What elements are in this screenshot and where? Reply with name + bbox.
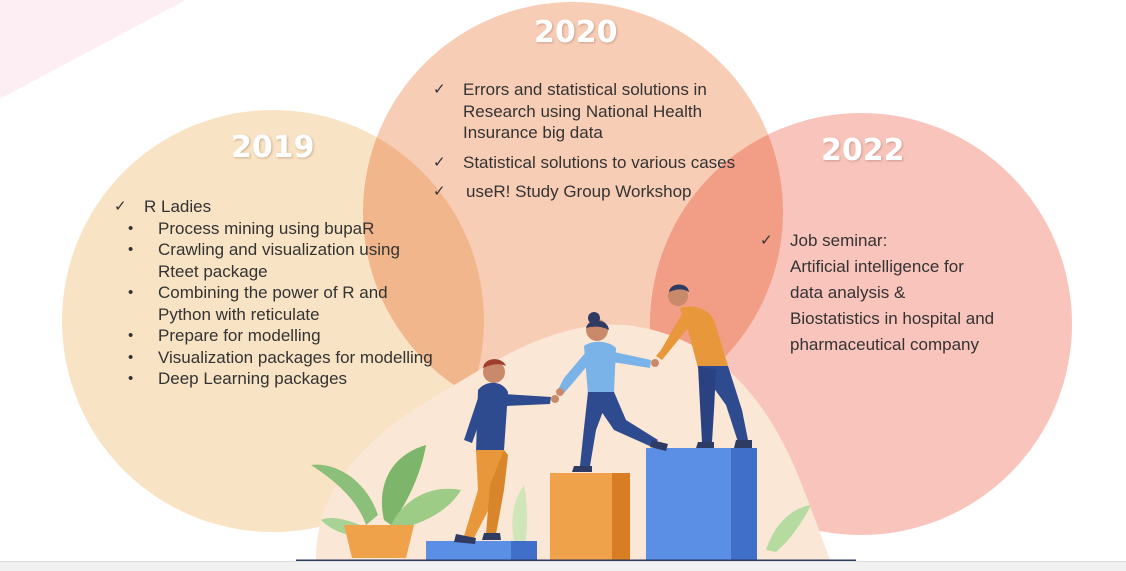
- list-item: useR! Study Group Workshop: [466, 182, 692, 201]
- check-icon: ✓: [433, 153, 446, 171]
- year-2020-heading: 2020: [534, 15, 618, 50]
- check-icon: ✓: [433, 183, 446, 200]
- check-icon: ✓: [114, 198, 127, 215]
- sub-item: Process mining using bupaR: [158, 218, 375, 238]
- step-block-medium: [550, 473, 630, 561]
- year-2019-heading: 2019: [231, 130, 315, 165]
- job-seminar-line: Artificial intelligence for: [790, 257, 964, 276]
- sub-item: Crawling and visualization using Rteet p…: [158, 240, 400, 281]
- list-item: Errors and statistical solutions in Rese…: [463, 80, 707, 142]
- bullet-icon: •: [128, 241, 134, 258]
- bullet-icon: •: [128, 327, 134, 344]
- list-2020: ✓ Errors and statistical solutions in Res…: [433, 79, 743, 211]
- list-item-r-ladies: R Ladies: [144, 197, 212, 216]
- bullet-icon: •: [128, 348, 134, 366]
- job-seminar-title: Job seminar:: [790, 231, 888, 250]
- step-block-large: [646, 448, 757, 561]
- list-item: Statistical solutions to various cases: [463, 152, 736, 172]
- bullet-icon: •: [128, 370, 134, 387]
- step-block-small: [426, 541, 537, 561]
- corner-decoration: [0, 0, 300, 120]
- bullet-icon: •: [128, 284, 134, 301]
- check-icon: ✓: [760, 232, 773, 249]
- check-icon: ✓: [433, 81, 446, 98]
- bullet-icon: •: [128, 219, 134, 237]
- year-2022-heading: 2022: [821, 133, 905, 168]
- teamwork-illustration: [296, 284, 856, 563]
